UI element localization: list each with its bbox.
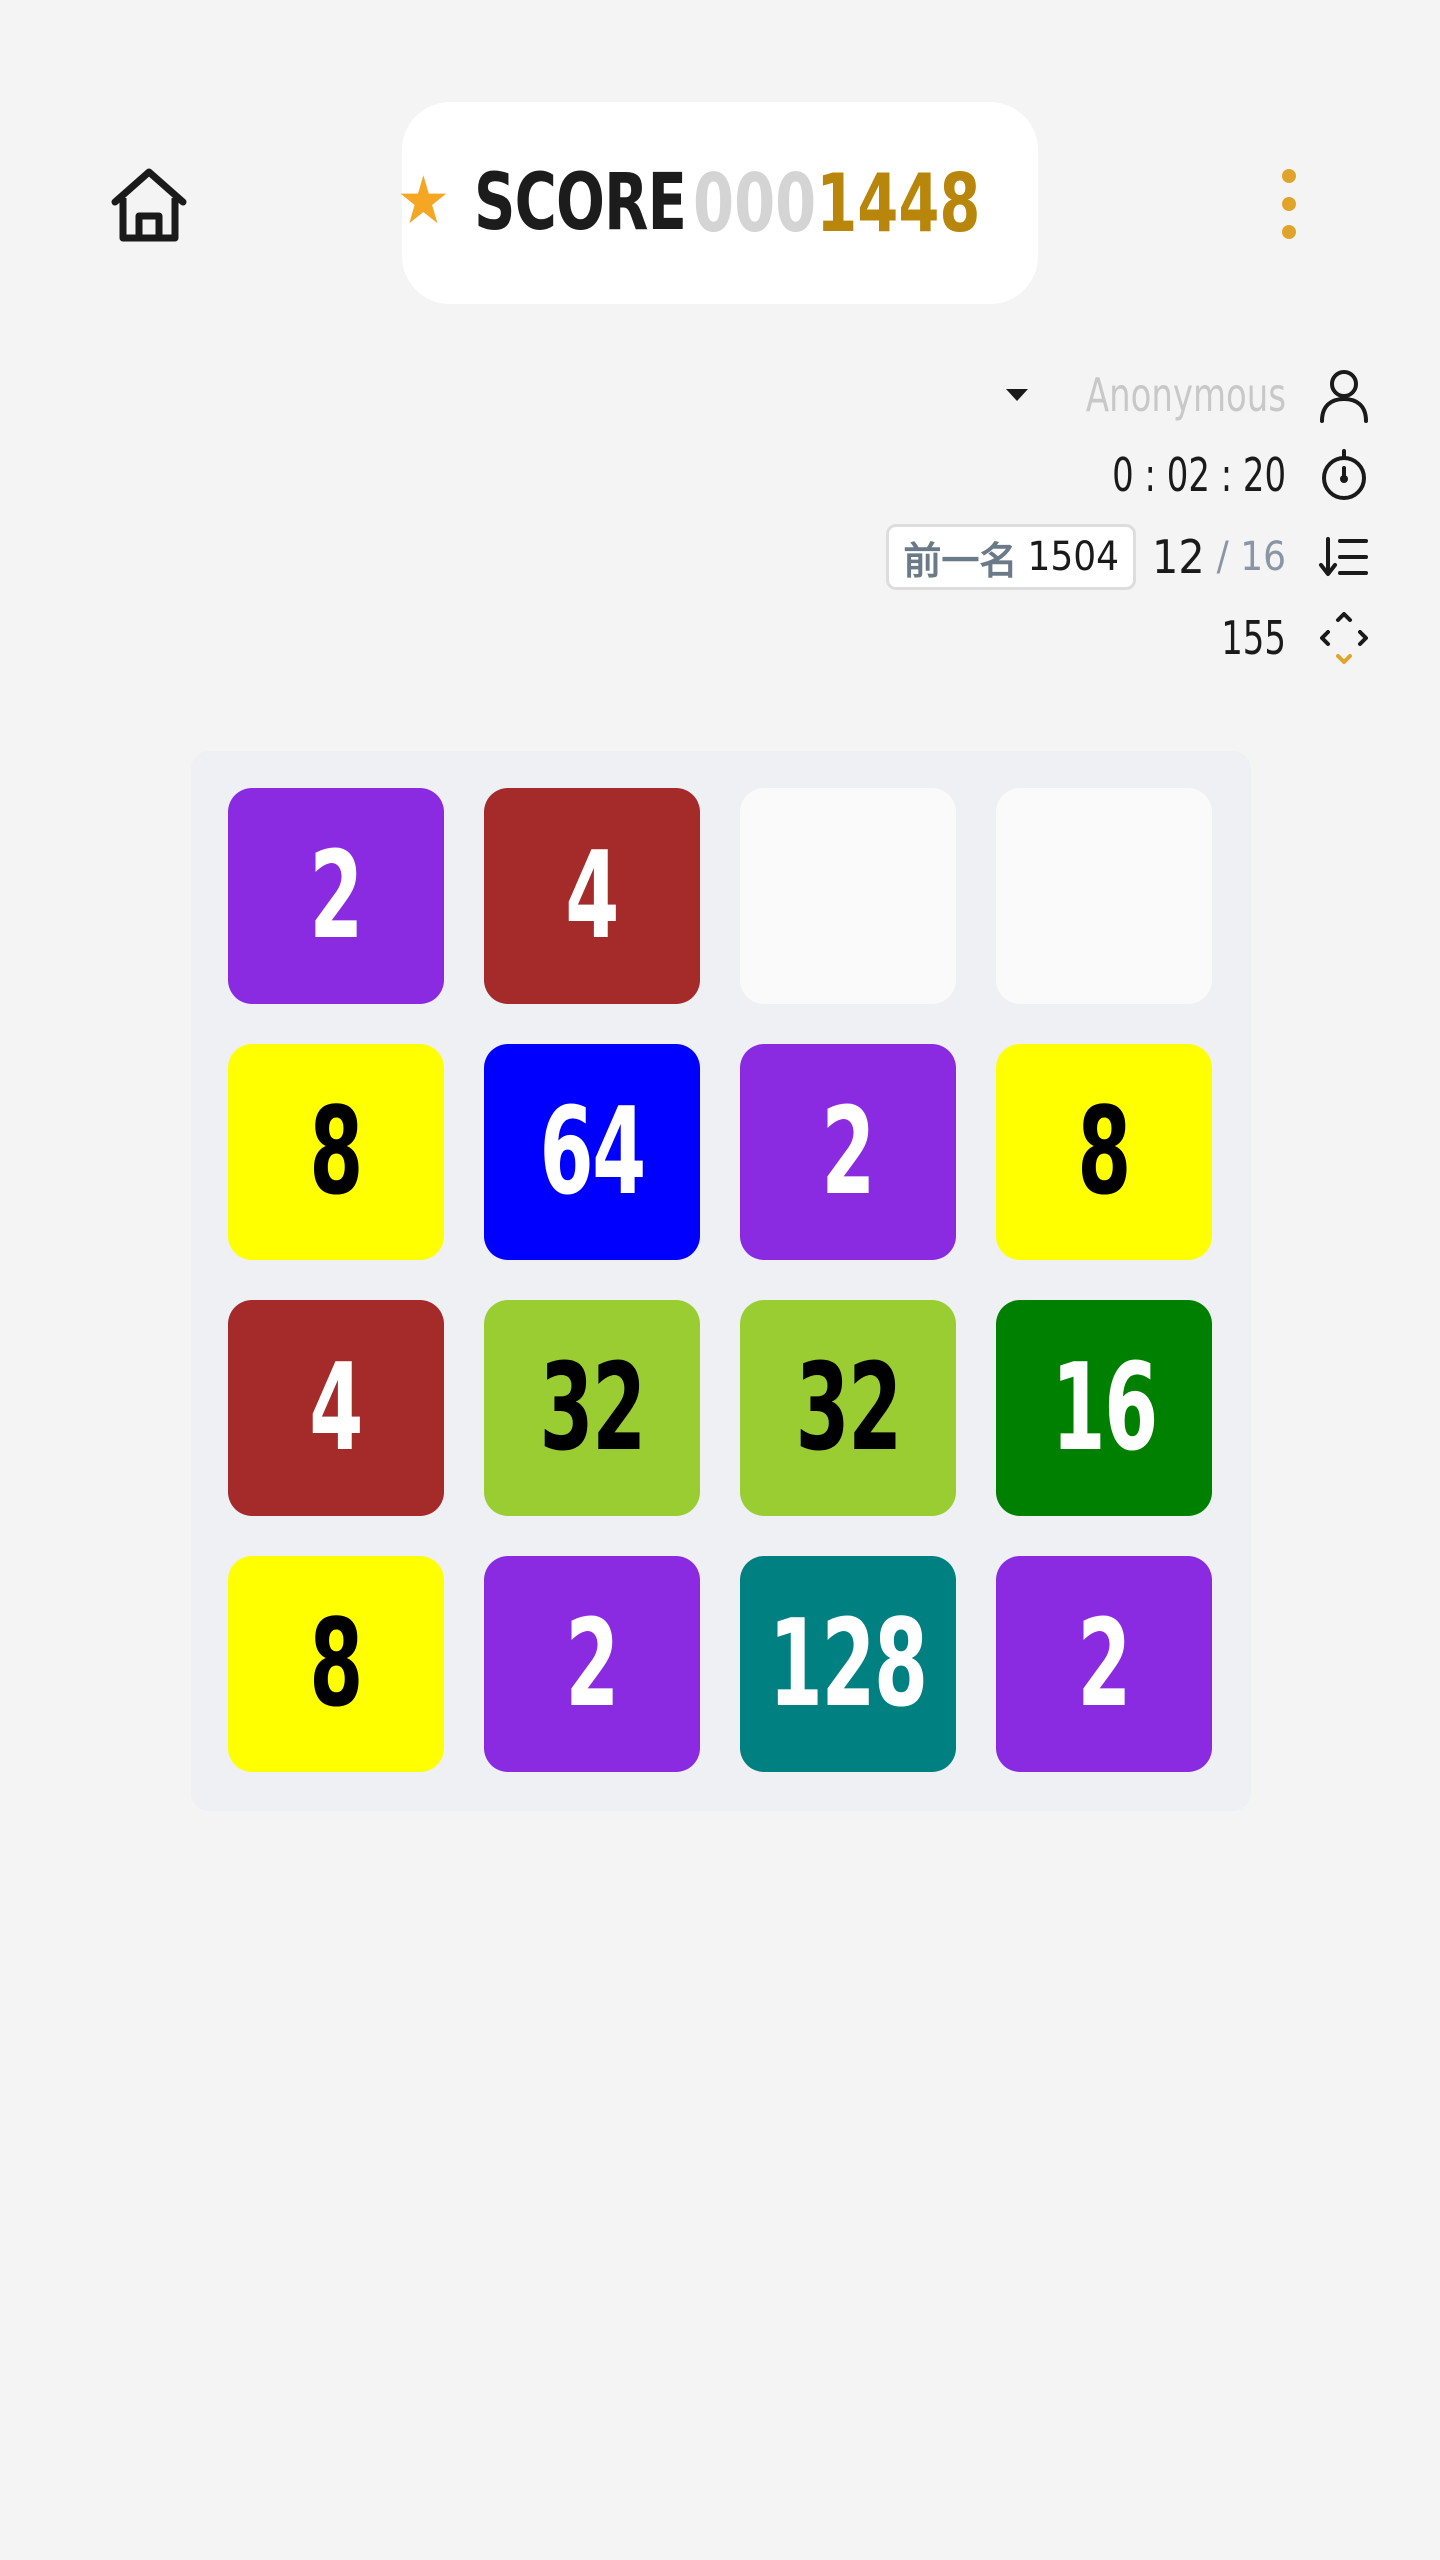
score-leading-zeros: 000 — [692, 156, 816, 250]
stopwatch-icon — [1314, 445, 1374, 505]
elapsed-time: 0 : 02 : 20 — [1112, 448, 1286, 502]
tile: 2 — [740, 1044, 956, 1260]
tile-value: 4 — [565, 826, 620, 966]
tile-value: 64 — [539, 1082, 646, 1222]
tile: 16 — [996, 1300, 1212, 1516]
home-button[interactable] — [105, 160, 193, 248]
tile-value: 16 — [1051, 1338, 1158, 1478]
player-name: Anonymous — [1085, 368, 1286, 422]
moves-row: 155 — [1207, 603, 1374, 673]
move-count: 155 — [1221, 611, 1286, 665]
previous-rank-score: 1504 — [1027, 534, 1119, 580]
more-menu-button[interactable] — [1266, 160, 1312, 248]
tile-value: 2 — [565, 1594, 620, 1734]
tile: 4 — [228, 1300, 444, 1516]
tile: 2 — [228, 788, 444, 1004]
score-value: 1448 — [815, 156, 981, 250]
tile-value: 32 — [539, 1338, 646, 1478]
ranking-list-icon — [1314, 527, 1374, 587]
score-digits: 0001448 — [693, 157, 980, 250]
previous-rank-label: 前一名 — [903, 538, 1018, 583]
tile: 2 — [996, 1556, 1212, 1772]
tile: 128 — [740, 1556, 956, 1772]
tile-value: 8 — [1077, 1082, 1132, 1222]
player-row: Anonymous — [1006, 360, 1374, 430]
more-vertical-icon — [1282, 169, 1296, 183]
tile: 8 — [228, 1556, 444, 1772]
tile-value: 8 — [309, 1082, 364, 1222]
caret-down-icon — [1006, 389, 1028, 401]
tile: 2 — [484, 1556, 700, 1772]
star-icon: ★ — [396, 162, 451, 239]
score-label: SCORE — [474, 158, 687, 248]
tile-value: 2 — [821, 1082, 876, 1222]
player-selector[interactable]: Anonymous — [1006, 368, 1286, 422]
rank-row: 前一名 1504 12 / 16 — [886, 522, 1374, 592]
current-rank: 12 — [1152, 530, 1205, 584]
tile-value: 128 — [769, 1594, 928, 1734]
user-icon — [1314, 365, 1374, 425]
tile-value: 8 — [309, 1594, 364, 1734]
empty-cell — [996, 788, 1212, 1004]
home-icon — [111, 168, 187, 242]
game-board[interactable]: 2 4 8 64 2 8 4 32 32 16 8 2 128 2 — [191, 751, 1251, 1811]
tile-value: 4 — [309, 1338, 364, 1478]
previous-rank-badge: 前一名 1504 — [886, 524, 1136, 590]
swipe-moves-icon — [1314, 608, 1374, 668]
timer-row: 0 : 02 : 20 — [1074, 440, 1374, 510]
tile: 8 — [996, 1044, 1212, 1260]
tile-value: 32 — [795, 1338, 902, 1478]
tile: 32 — [484, 1300, 700, 1516]
tile: 8 — [228, 1044, 444, 1260]
tile-value: 2 — [1077, 1594, 1132, 1734]
rank-total: / 16 — [1216, 534, 1286, 580]
empty-cell — [740, 788, 956, 1004]
tile: 64 — [484, 1044, 700, 1260]
tile-value: 2 — [309, 826, 364, 966]
tile: 4 — [484, 788, 700, 1004]
score-display: ★ SCORE 0001448 — [397, 102, 1038, 304]
tile: 32 — [740, 1300, 956, 1516]
